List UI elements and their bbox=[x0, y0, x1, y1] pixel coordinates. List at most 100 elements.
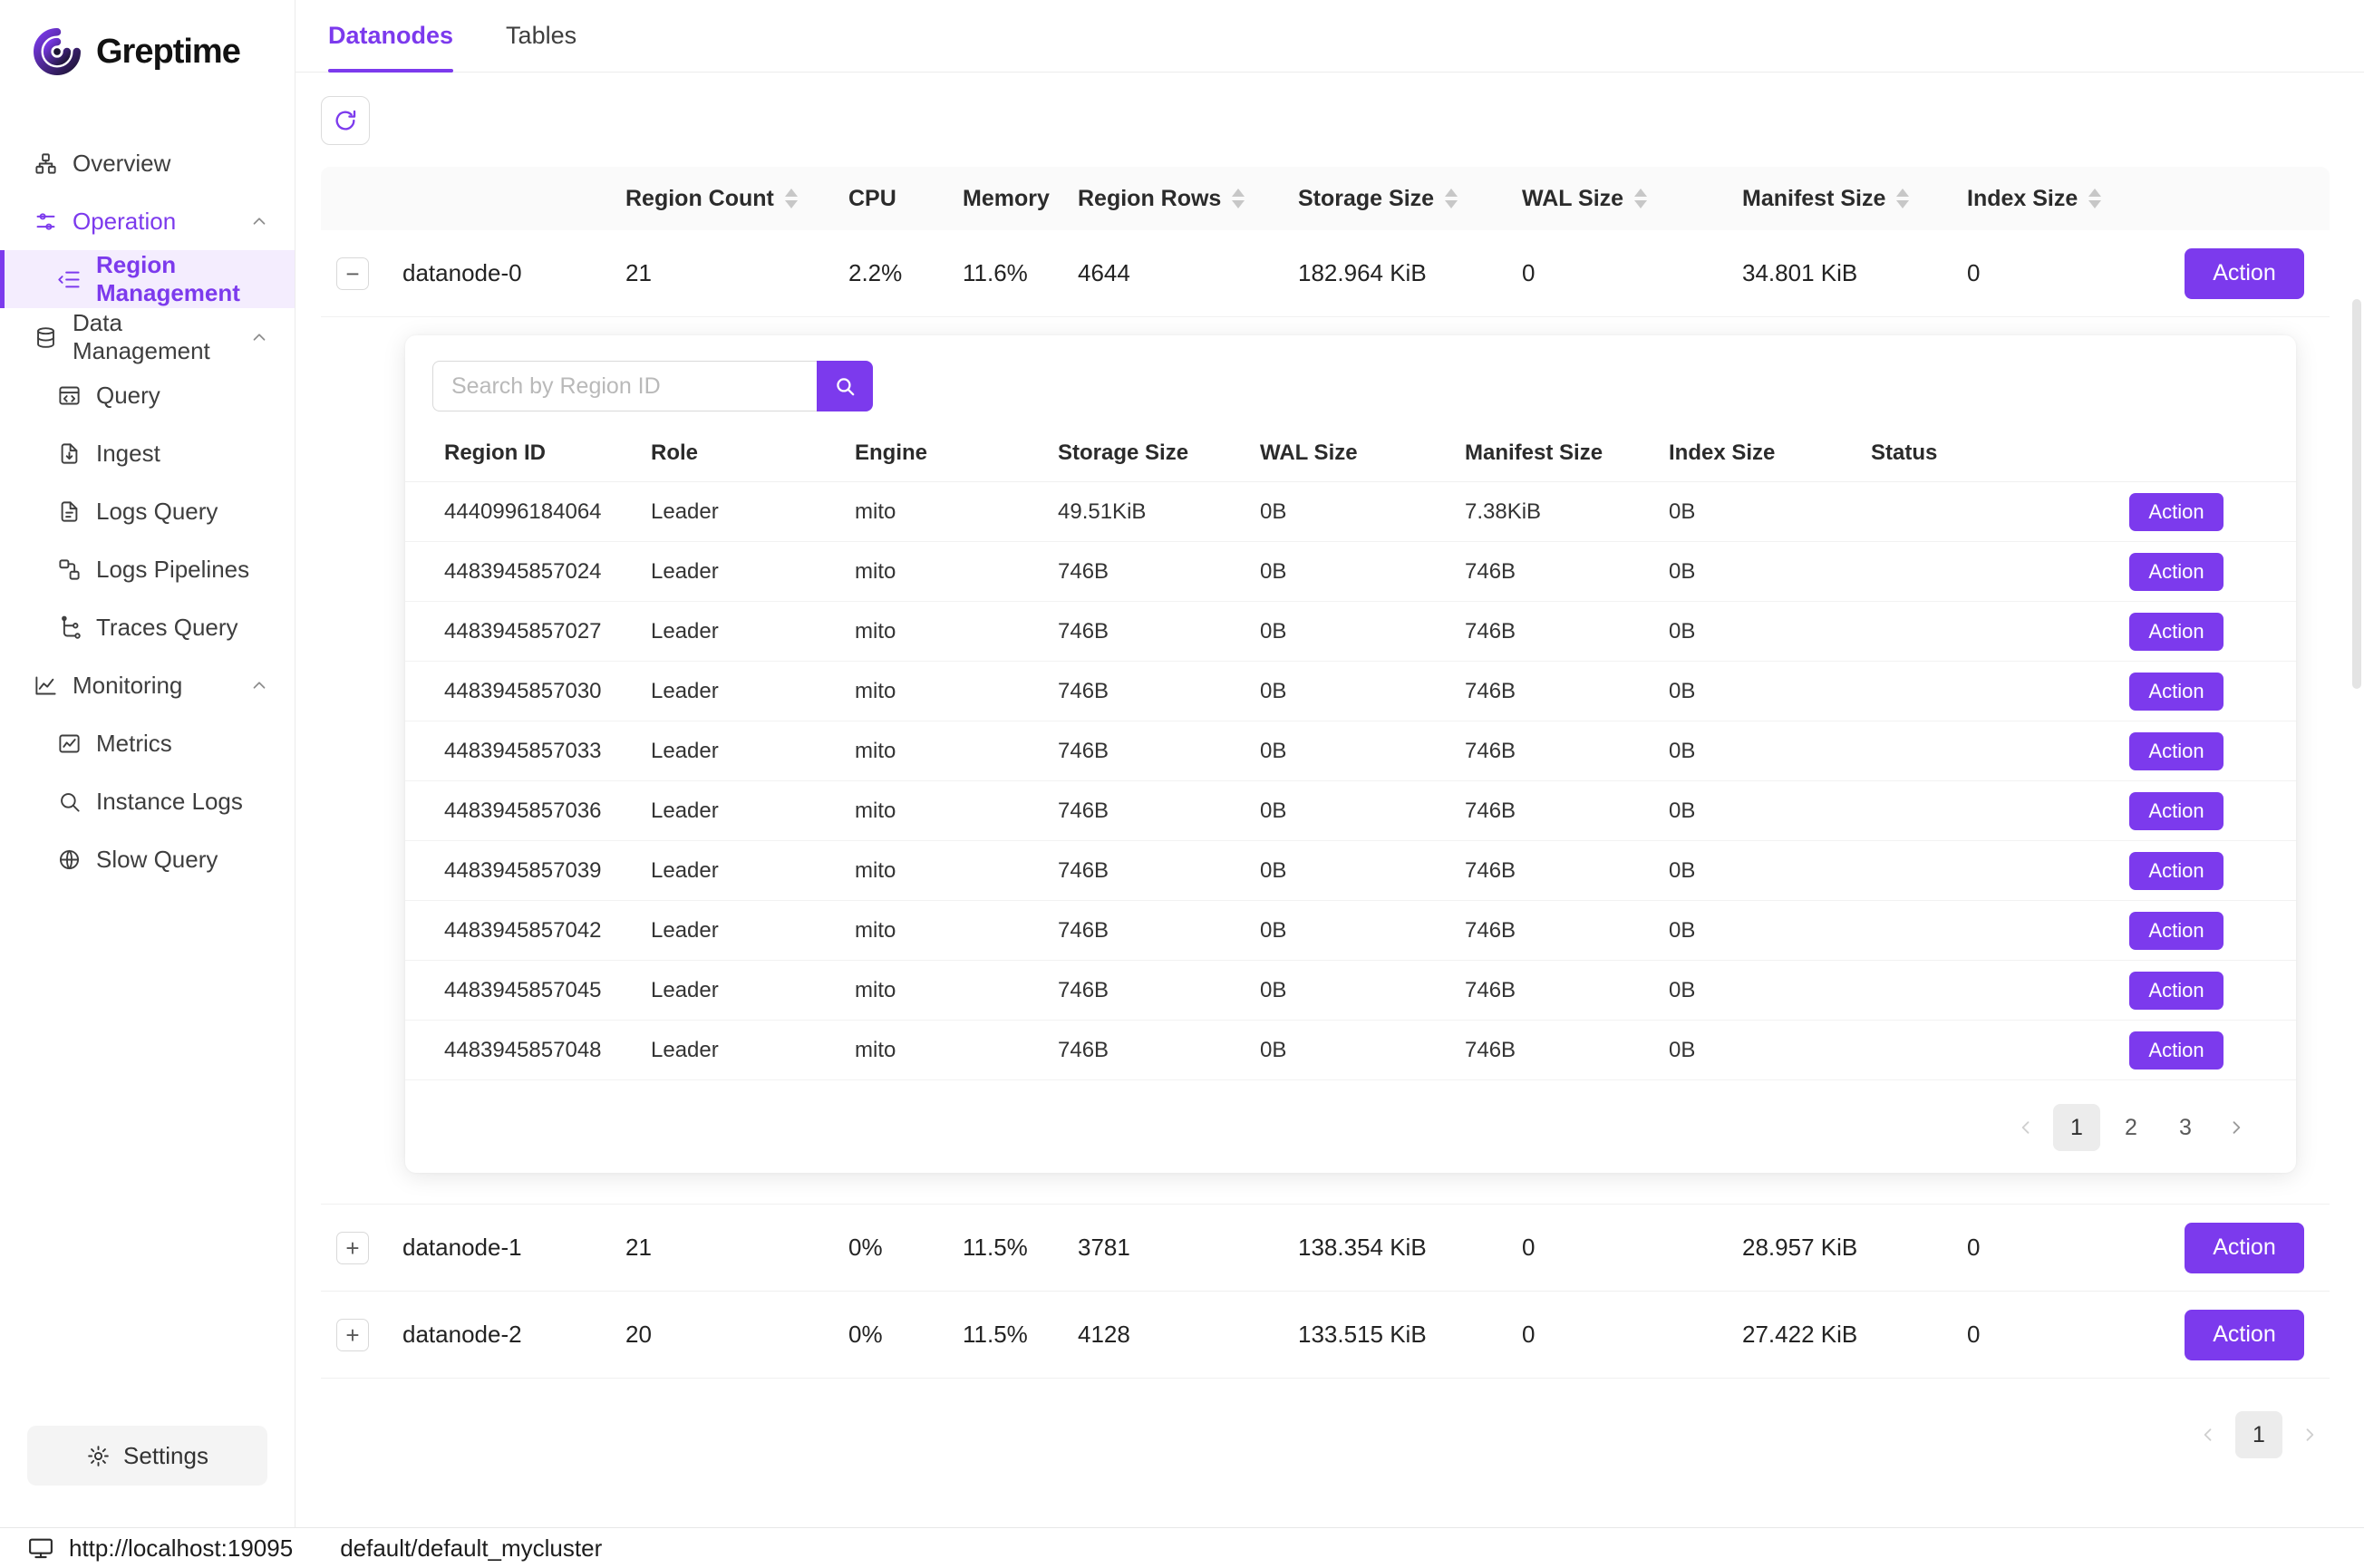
region-action-button[interactable]: Action bbox=[2129, 972, 2224, 1010]
sidebar-item-ingest[interactable]: Ingest bbox=[0, 424, 295, 482]
sidebar-section-label: Monitoring bbox=[73, 672, 182, 700]
region-action-button[interactable]: Action bbox=[2129, 493, 2224, 531]
sidebar-item-metrics[interactable]: Metrics bbox=[0, 714, 295, 772]
pagination-page-button[interactable]: 1 bbox=[2053, 1104, 2100, 1151]
sidebar: Greptime Overview Operation bbox=[0, 0, 296, 1527]
region-action-button[interactable]: Action bbox=[2129, 1031, 2224, 1070]
slow-query-icon bbox=[56, 847, 82, 872]
column-header-cpu[interactable]: CPU bbox=[848, 186, 963, 212]
storage-size-value: 746B bbox=[1058, 679, 1260, 704]
column-header-wal-size: WAL Size bbox=[1260, 440, 1465, 466]
region-pagination: 1 2 3 bbox=[405, 1104, 2256, 1151]
pagination-prev-icon[interactable] bbox=[2188, 1411, 2228, 1458]
region-table-row: 4483945857045 Leader mito 746B 0B 746B 0… bbox=[405, 961, 2296, 1021]
role-value: Leader bbox=[651, 559, 855, 585]
cpu-value: 0% bbox=[848, 1234, 963, 1262]
collapse-row-button[interactable]: − bbox=[336, 257, 369, 290]
sidebar-item-label: Overview bbox=[73, 150, 170, 178]
column-header-memory[interactable]: Memory bbox=[963, 186, 1078, 212]
expand-row-button[interactable]: + bbox=[336, 1232, 369, 1264]
action-button[interactable]: Action bbox=[2185, 1223, 2304, 1273]
index-size-value: 0 bbox=[1967, 1234, 2112, 1262]
manifest-size-value: 746B bbox=[1465, 978, 1669, 1003]
wal-size-value: 0B bbox=[1260, 679, 1465, 704]
manifest-size-value: 746B bbox=[1465, 739, 1669, 764]
sidebar-section-data-management[interactable]: Data Management bbox=[0, 308, 295, 366]
engine-value: mito bbox=[855, 679, 1058, 704]
region-action-button[interactable]: Action bbox=[2129, 553, 2224, 591]
region-action-button[interactable]: Action bbox=[2129, 732, 2224, 770]
region-id-value: 4483945857042 bbox=[444, 918, 651, 944]
sidebar-section-monitoring[interactable]: Monitoring bbox=[0, 656, 295, 714]
pagination-page-button[interactable]: 2 bbox=[2107, 1104, 2155, 1151]
storage-size-value: 746B bbox=[1058, 918, 1260, 944]
column-header-storage-size[interactable]: Storage Size bbox=[1298, 186, 1522, 212]
manifest-size-value: 746B bbox=[1465, 858, 1669, 884]
sidebar-item-overview[interactable]: Overview bbox=[0, 134, 295, 192]
tab-tables[interactable]: Tables bbox=[506, 0, 576, 72]
sidebar-item-slow-query[interactable]: Slow Query bbox=[0, 830, 295, 888]
refresh-icon bbox=[333, 108, 358, 133]
chevron-up-icon[interactable] bbox=[249, 211, 269, 231]
region-count-value: 21 bbox=[625, 1234, 848, 1262]
sidebar-item-label: Query bbox=[96, 382, 160, 410]
index-size-value: 0B bbox=[1669, 858, 1871, 884]
index-size-value: 0B bbox=[1669, 679, 1871, 704]
pagination-page-button[interactable]: 1 bbox=[2235, 1411, 2282, 1458]
search-button[interactable] bbox=[817, 361, 873, 411]
greptime-logo-icon bbox=[31, 25, 83, 78]
settings-button[interactable]: Settings bbox=[27, 1426, 267, 1486]
host-url[interactable]: http://localhost:19095 bbox=[69, 1534, 293, 1563]
sidebar-item-region-management[interactable]: Region Management bbox=[0, 250, 295, 308]
expand-row-button[interactable]: + bbox=[336, 1319, 369, 1351]
pagination-page-button[interactable]: 3 bbox=[2162, 1104, 2209, 1151]
column-header-index-size[interactable]: Index Size bbox=[1967, 186, 2112, 212]
region-action-button[interactable]: Action bbox=[2129, 673, 2224, 711]
column-header-manifest-size[interactable]: Manifest Size bbox=[1742, 186, 1967, 212]
region-table-row: 4483945857036 Leader mito 746B 0B 746B 0… bbox=[405, 781, 2296, 841]
sidebar-item-logs-pipelines[interactable]: Logs Pipelines bbox=[0, 540, 295, 598]
storage-size-value: 182.964 KiB bbox=[1298, 259, 1522, 287]
traces-query-icon bbox=[56, 615, 82, 640]
cluster-name[interactable]: default/default_mycluster bbox=[340, 1534, 602, 1563]
column-header-region-rows[interactable]: Region Rows bbox=[1078, 186, 1298, 212]
column-header-region-count[interactable]: Region Count bbox=[625, 186, 848, 212]
sidebar-item-instance-logs[interactable]: Instance Logs bbox=[0, 772, 295, 830]
region-action-button[interactable]: Action bbox=[2129, 613, 2224, 651]
sort-icon bbox=[1896, 189, 1909, 208]
chevron-up-icon[interactable] bbox=[249, 675, 269, 695]
pagination-next-icon[interactable] bbox=[2216, 1104, 2256, 1151]
manifest-size-value: 27.422 KiB bbox=[1742, 1321, 1967, 1349]
column-header-wal-size[interactable]: WAL Size bbox=[1522, 186, 1742, 212]
storage-size-value: 746B bbox=[1058, 799, 1260, 824]
sidebar-section-operation[interactable]: Operation bbox=[0, 192, 295, 250]
index-size-value: 0B bbox=[1669, 619, 1871, 644]
refresh-button[interactable] bbox=[321, 96, 370, 145]
settings-label: Settings bbox=[123, 1442, 208, 1470]
region-id-value: 4483945857048 bbox=[444, 1038, 651, 1063]
sidebar-item-query[interactable]: Query bbox=[0, 366, 295, 424]
action-button[interactable]: Action bbox=[2185, 1310, 2304, 1360]
pagination-prev-icon[interactable] bbox=[2006, 1104, 2046, 1151]
region-action-button[interactable]: Action bbox=[2129, 912, 2224, 950]
region-search-input[interactable] bbox=[432, 361, 817, 411]
action-button[interactable]: Action bbox=[2185, 248, 2304, 299]
region-action-button[interactable]: Action bbox=[2129, 852, 2224, 890]
sidebar-item-logs-query[interactable]: Logs Query bbox=[0, 482, 295, 540]
index-size-value: 0B bbox=[1669, 918, 1871, 944]
index-size-value: 0 bbox=[1967, 1321, 2112, 1349]
tab-datanodes[interactable]: Datanodes bbox=[328, 0, 453, 72]
region-action-button[interactable]: Action bbox=[2129, 792, 2224, 830]
chevron-up-icon[interactable] bbox=[249, 327, 269, 347]
manifest-size-value: 746B bbox=[1465, 679, 1669, 704]
index-size-value: 0 bbox=[1967, 259, 2112, 287]
pagination-next-icon[interactable] bbox=[2290, 1411, 2330, 1458]
scrollbar[interactable] bbox=[2352, 299, 2361, 689]
sidebar-item-label: Logs Query bbox=[96, 498, 218, 526]
wal-size-value: 0 bbox=[1522, 1321, 1742, 1349]
region-search bbox=[432, 361, 2296, 411]
sidebar-item-traces-query[interactable]: Traces Query bbox=[0, 598, 295, 656]
region-table-row: 4440996184064 Leader mito 49.51KiB 0B 7.… bbox=[405, 482, 2296, 542]
column-header-manifest-size: Manifest Size bbox=[1465, 440, 1669, 466]
engine-value: mito bbox=[855, 799, 1058, 824]
